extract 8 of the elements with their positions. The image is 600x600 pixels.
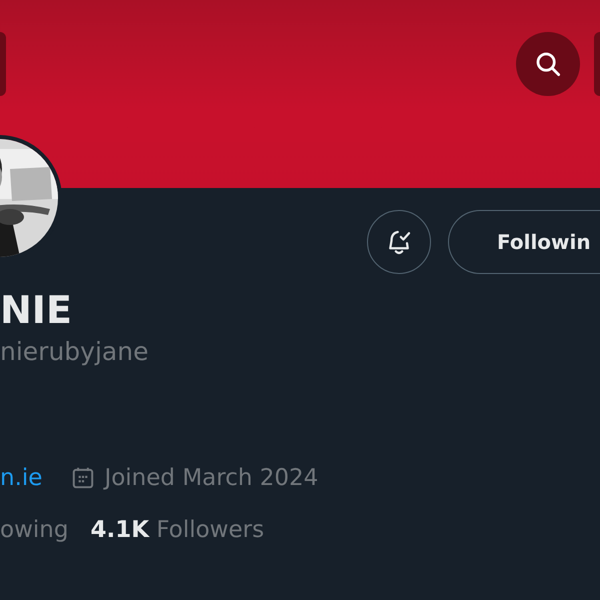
stat-link[interactable]: 4.1K Followers [90, 517, 264, 543]
join-date: Joined March 2024 [104, 465, 318, 491]
display-name: NIE [0, 287, 73, 334]
notification-button[interactable] [367, 210, 431, 274]
user-handle: nierubyjane [0, 336, 150, 368]
following-button[interactable]: Followin [448, 210, 600, 274]
stat-link[interactable]: owing [0, 517, 68, 543]
website-link[interactable]: n.ie [0, 465, 42, 491]
